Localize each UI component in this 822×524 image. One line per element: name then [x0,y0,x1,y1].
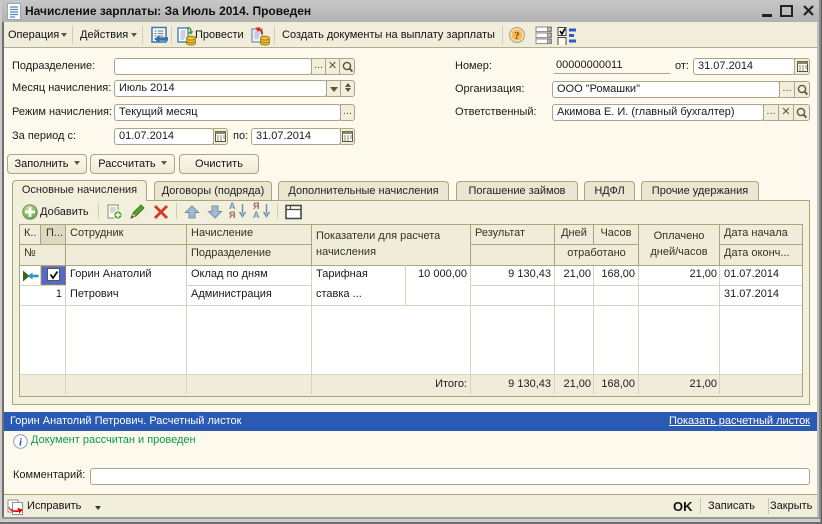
svg-text:?: ? [514,30,520,42]
